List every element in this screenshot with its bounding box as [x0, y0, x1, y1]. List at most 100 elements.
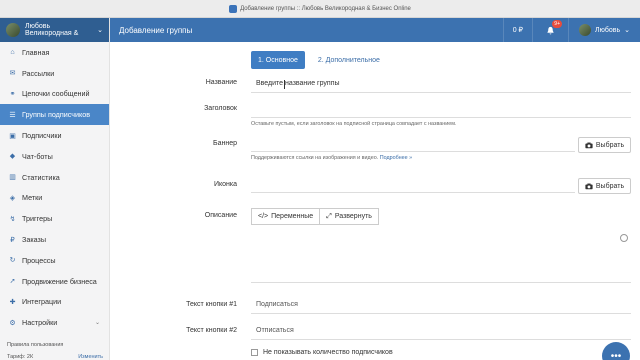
- sidebar-item-promotion[interactable]: ➚ Продвижение бизнеса: [0, 271, 109, 292]
- sidebar-item-label: Группы подписчиков: [22, 110, 91, 120]
- banner-pick-button[interactable]: Выбрать: [578, 137, 631, 153]
- sidebar-item-groups[interactable]: ☰ Группы подписчиков: [0, 104, 109, 126]
- sidebar-user-name: Любовь Великородная &: [25, 22, 79, 38]
- sidebar-item-triggers[interactable]: ↯ Триггеры: [0, 208, 109, 229]
- balance-button[interactable]: 0 ₽: [502, 18, 532, 42]
- hide-count-label: Не показывать количество подписчиков: [263, 349, 393, 356]
- variables-label: Переменные: [271, 213, 314, 220]
- sidebar-item-label: Главная: [22, 47, 50, 57]
- sidebar-user-header[interactable]: Любовь Великородная & ⌄: [0, 18, 109, 42]
- sidebar-item-label: Триггеры: [22, 214, 53, 224]
- tab-additional[interactable]: 2. Дополнительное: [311, 51, 387, 69]
- variables-button[interactable]: </> Переменные: [251, 208, 321, 225]
- group-icon: ☰: [9, 111, 16, 119]
- sidebar-item-stats[interactable]: ▥ Статистика: [0, 167, 109, 188]
- hide-count-row[interactable]: Не показывать количество подписчиков: [251, 349, 393, 356]
- pick-label: Выбрать: [595, 182, 625, 190]
- heading-label: Заголовок: [204, 105, 237, 112]
- chevron-down-icon: ⌄: [94, 320, 100, 327]
- description-label: Описание: [204, 212, 237, 219]
- form-tabs: 1. Основное 2. Дополнительное: [251, 51, 387, 69]
- envelope-icon: ✉: [9, 70, 16, 78]
- chat-icon: •••: [610, 350, 622, 360]
- sidebar-item-label: Настройки: [22, 318, 58, 328]
- app-header: Добавление группы 0 ₽ 9+ Любовь ⌄: [110, 18, 640, 42]
- text-cursor: [284, 80, 285, 89]
- sidebar-item-tags[interactable]: ◈ Метки: [0, 188, 109, 209]
- sidebar-item-mailings[interactable]: ✉ Рассылки: [0, 63, 109, 84]
- bot-icon: ◆: [9, 153, 16, 161]
- banner-label: Баннер: [212, 140, 237, 147]
- tab-basic[interactable]: 1. Основное: [251, 51, 305, 69]
- name-input[interactable]: Введите название группы: [251, 75, 631, 93]
- sidebar-item-chatbots[interactable]: ◆ Чат-боты: [0, 146, 109, 167]
- sidebar-item-label: Статистика: [22, 172, 60, 182]
- gear-icon: ⚙: [9, 319, 16, 327]
- sidebar-item-label: Продвижение бизнеса: [22, 276, 97, 286]
- sidebar-item-orders[interactable]: ₽ Заказы: [0, 229, 109, 250]
- user-name: Любовь: [595, 26, 621, 34]
- banner-input[interactable]: [251, 134, 575, 152]
- sidebar: Любовь Великородная & ⌄ ⌂ Главная ✉ Рассыл…: [0, 18, 110, 360]
- chat-button[interactable]: •••: [602, 342, 630, 360]
- tariff-label: Тариф: 2К: [7, 354, 34, 360]
- icon-label: Иконка: [213, 181, 237, 188]
- sidebar-item-chains[interactable]: ⚭ Цепочки сообщений: [0, 84, 109, 105]
- sidebar-item-settings[interactable]: ⚙ Настройки ⌄: [0, 312, 109, 333]
- chart-icon: ▥: [9, 174, 16, 182]
- expand-button[interactable]: ⤢ Развернуть: [320, 208, 379, 225]
- page-title: Добавление группы: [119, 25, 193, 35]
- chevron-down-icon: ⌄: [624, 27, 630, 34]
- sidebar-item-label: Чат-боты: [22, 151, 53, 161]
- sidebar-item-processes[interactable]: ↻ Процессы: [0, 250, 109, 271]
- camera-icon: [585, 142, 593, 148]
- sidebar-item-label: Цепочки сообщений: [22, 89, 90, 99]
- notifications-button[interactable]: 9+: [532, 18, 568, 42]
- code-icon: </>: [258, 213, 269, 220]
- button1-input[interactable]: Подписаться: [251, 296, 631, 314]
- emoji-icon[interactable]: [620, 234, 628, 242]
- change-tariff-link[interactable]: Изменить: [78, 354, 103, 360]
- more-link[interactable]: Подробнее »: [380, 155, 412, 161]
- site-favicon-icon: [229, 4, 238, 13]
- sidebar-footer: Правила пользования Тариф: 2К Изменить: [0, 339, 110, 360]
- banner-hint-text: Поддерживаются ссылки на изображения и в…: [251, 155, 379, 161]
- users-icon: ▣: [9, 132, 16, 140]
- ruble-icon: ₽: [10, 236, 15, 244]
- button1-label: Текст кнопки #1: [186, 301, 237, 308]
- name-label: Название: [205, 79, 237, 86]
- window-title: Добавление группы :: Любовь Великородная…: [240, 5, 411, 12]
- button2-label: Текст кнопки #2: [186, 327, 237, 334]
- rules-link[interactable]: Правила пользования: [7, 342, 103, 348]
- editor-toolbar: </> Переменные ⤢ Развернуть: [251, 208, 379, 225]
- sidebar-item-label: Подписчики: [22, 131, 62, 141]
- heading-input[interactable]: [251, 100, 631, 118]
- user-menu-button[interactable]: Любовь ⌄: [568, 18, 640, 42]
- sidebar-item-label: Рассылки: [22, 68, 55, 78]
- camera-icon: [585, 183, 593, 189]
- trigger-icon: ↯: [9, 215, 16, 223]
- tag-icon: ◈: [9, 194, 16, 202]
- icon-input[interactable]: [251, 175, 575, 193]
- sidebar-item-integrations[interactable]: ✚ Интеграции: [0, 292, 109, 313]
- description-editor[interactable]: [251, 225, 631, 283]
- expand-label: Развернуть: [334, 213, 372, 220]
- notification-badge: 9+: [552, 20, 562, 28]
- heading-hint: Оставьте пустым, если заголовок на подпи…: [251, 121, 457, 127]
- button2-input[interactable]: Отписаться: [251, 322, 631, 340]
- window-titlebar: Добавление группы :: Любовь Великородная…: [0, 0, 640, 18]
- sidebar-item-subscribers[interactable]: ▣ Подписчики: [0, 125, 109, 146]
- avatar: [6, 23, 20, 37]
- sidebar-item-label: Интеграции: [22, 297, 62, 307]
- home-icon: ⌂: [10, 48, 15, 56]
- chain-icon: ⚭: [9, 90, 16, 98]
- banner-hint: Поддерживаются ссылки на изображения и в…: [251, 155, 412, 161]
- sidebar-item-home[interactable]: ⌂ Главная: [0, 42, 109, 63]
- icon-pick-button[interactable]: Выбрать: [578, 178, 631, 194]
- puzzle-icon: ✚: [9, 298, 16, 306]
- avatar: [579, 24, 591, 36]
- process-icon: ↻: [9, 257, 16, 265]
- chevron-down-icon: ⌄: [97, 27, 103, 34]
- hide-count-checkbox[interactable]: [251, 349, 258, 356]
- sidebar-item-label: Метки: [22, 193, 43, 203]
